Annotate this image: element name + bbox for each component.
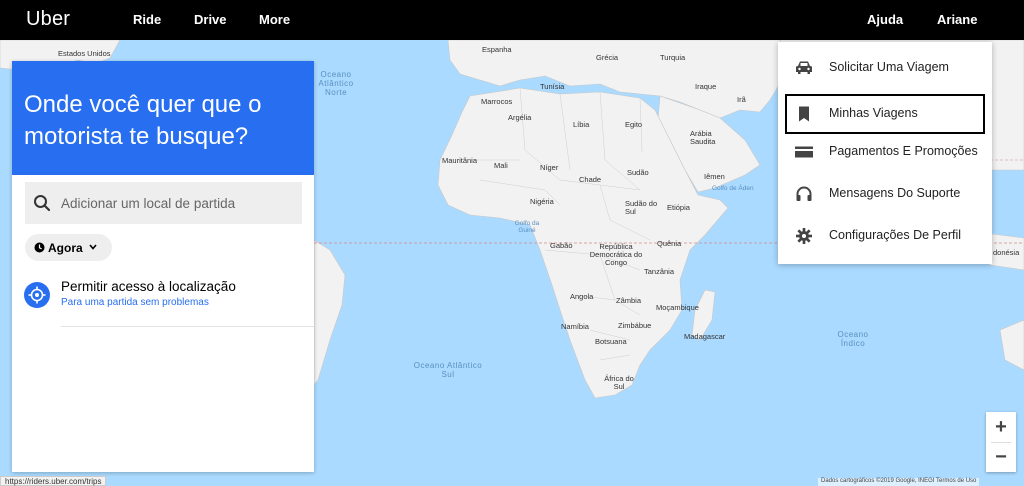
panel-title: Onde você quer que o motorista te busque… [24,91,262,150]
gear-icon [796,228,812,244]
zoom-in-button[interactable]: + [986,412,1016,442]
map-label: Mauritânia [442,156,478,165]
map-label: Moçambique [656,303,699,312]
map-label: Tunísia [540,82,565,91]
map-label: África do Sul [604,374,634,391]
map-label: Botsuana [595,337,627,346]
map-label: Arábia Saudita [690,129,716,146]
menu-item-label: Mensagens Do Suporte [829,186,961,200]
location-target-icon [24,282,50,308]
map-label: Níger [540,163,559,172]
pickup-search-box[interactable] [25,182,302,224]
map-label: Tanzânia [644,267,675,276]
car-icon [796,61,812,74]
menu-item-request-trip[interactable]: Solicitar Uma Viagem [778,48,992,88]
location-access-title: Permitir acesso à localização [61,279,236,294]
map-label: Oceano Índico [837,330,869,348]
uber-logo[interactable]: Uber [26,8,70,31]
nav-drive[interactable]: Drive [194,12,227,27]
map-label: Argélia [508,113,532,122]
nav-more[interactable]: More [259,12,290,27]
map-label: Sudão do Sul [625,199,658,216]
map-zoom-control: + − [986,412,1016,472]
map-label: Iraque [695,82,717,91]
map-label: Oceano Atlântico Norte [318,70,354,97]
map-label: Mali [494,161,508,170]
map-credits: Dados cartográficos ©2019 Google, INEGI … [818,478,980,486]
user-dropdown-menu: Solicitar Uma Viagem Minhas Viagens Paga… [778,42,992,264]
menu-item-my-trips[interactable]: Minhas Viagens [785,94,985,134]
nav-ride[interactable]: Ride [133,12,161,27]
booking-panel: Onde você quer que o motorista te busque… [12,61,314,472]
receipt-icon [799,106,809,122]
pickup-location-input[interactable] [61,182,297,224]
map-label: Estados Unidos [58,49,111,58]
map-label: Golfo da Guiné [514,220,540,234]
top-navigation-bar: Uber Ride Drive More Ajuda Ariane [0,0,1024,40]
map-label: Zâmbia [616,296,642,305]
location-access-row[interactable]: Permitir acesso à localização Para uma p… [23,279,314,327]
menu-item-profile-settings[interactable]: Configurações De Perfil [778,216,992,256]
map-label: Nigéria [530,197,554,206]
map-label: Grécia [596,53,619,62]
map-label: Gabão [550,241,573,250]
map-label: Etiópia [667,203,690,212]
map-label: República Democrática do Congo [589,242,643,267]
map-label: Marrocos [481,97,513,106]
map-label: Madagascar [684,332,726,341]
panel-header: Onde você quer que o motorista te busque… [12,61,314,175]
menu-item-label: Pagamentos E Promoções [829,144,978,158]
map-label: Turquia [660,53,686,62]
map-label: Egito [625,120,643,129]
clock-icon [34,242,45,253]
nav-user-menu[interactable]: Ariane [937,12,977,27]
map-label: Irã [737,95,746,104]
menu-item-payments[interactable]: Pagamentos E Promoções [778,132,992,172]
nav-help[interactable]: Ajuda [867,12,903,27]
card-icon [795,146,813,158]
map-label: donésia [993,248,1020,257]
browser-status-url: https://riders.uber.com/trips [0,476,107,486]
menu-item-label: Solicitar Uma Viagem [829,60,949,74]
map-label: Sudão [627,168,649,177]
map-label: Quênia [657,239,682,248]
menu-item-label: Configurações De Perfil [829,228,962,242]
map-label: Líbia [573,120,590,129]
chevron-down-icon [89,244,97,250]
map-label: Espanha [482,45,512,54]
map-label: Golfo de Áden [712,185,754,192]
location-access-subtitle: Para uma partida sem problemas [61,297,209,308]
map-label: Chade [579,175,602,184]
map-label: Iêmen [704,172,725,181]
menu-item-support[interactable]: Mensagens Do Suporte [778,174,992,214]
map-label: Zimbábue [618,321,652,330]
headset-icon [796,186,812,201]
menu-item-label: Minhas Viagens [829,106,918,120]
map-label: Angola [570,292,594,301]
time-selector-label: Agora [48,241,83,255]
map-label: Oceano Atlântico Sul [413,361,483,379]
search-icon [34,195,51,212]
time-selector-button[interactable]: Agora [25,234,112,261]
panel-divider [61,326,314,327]
zoom-out-button[interactable]: − [986,442,1016,472]
map-label: Namíbia [561,322,589,331]
